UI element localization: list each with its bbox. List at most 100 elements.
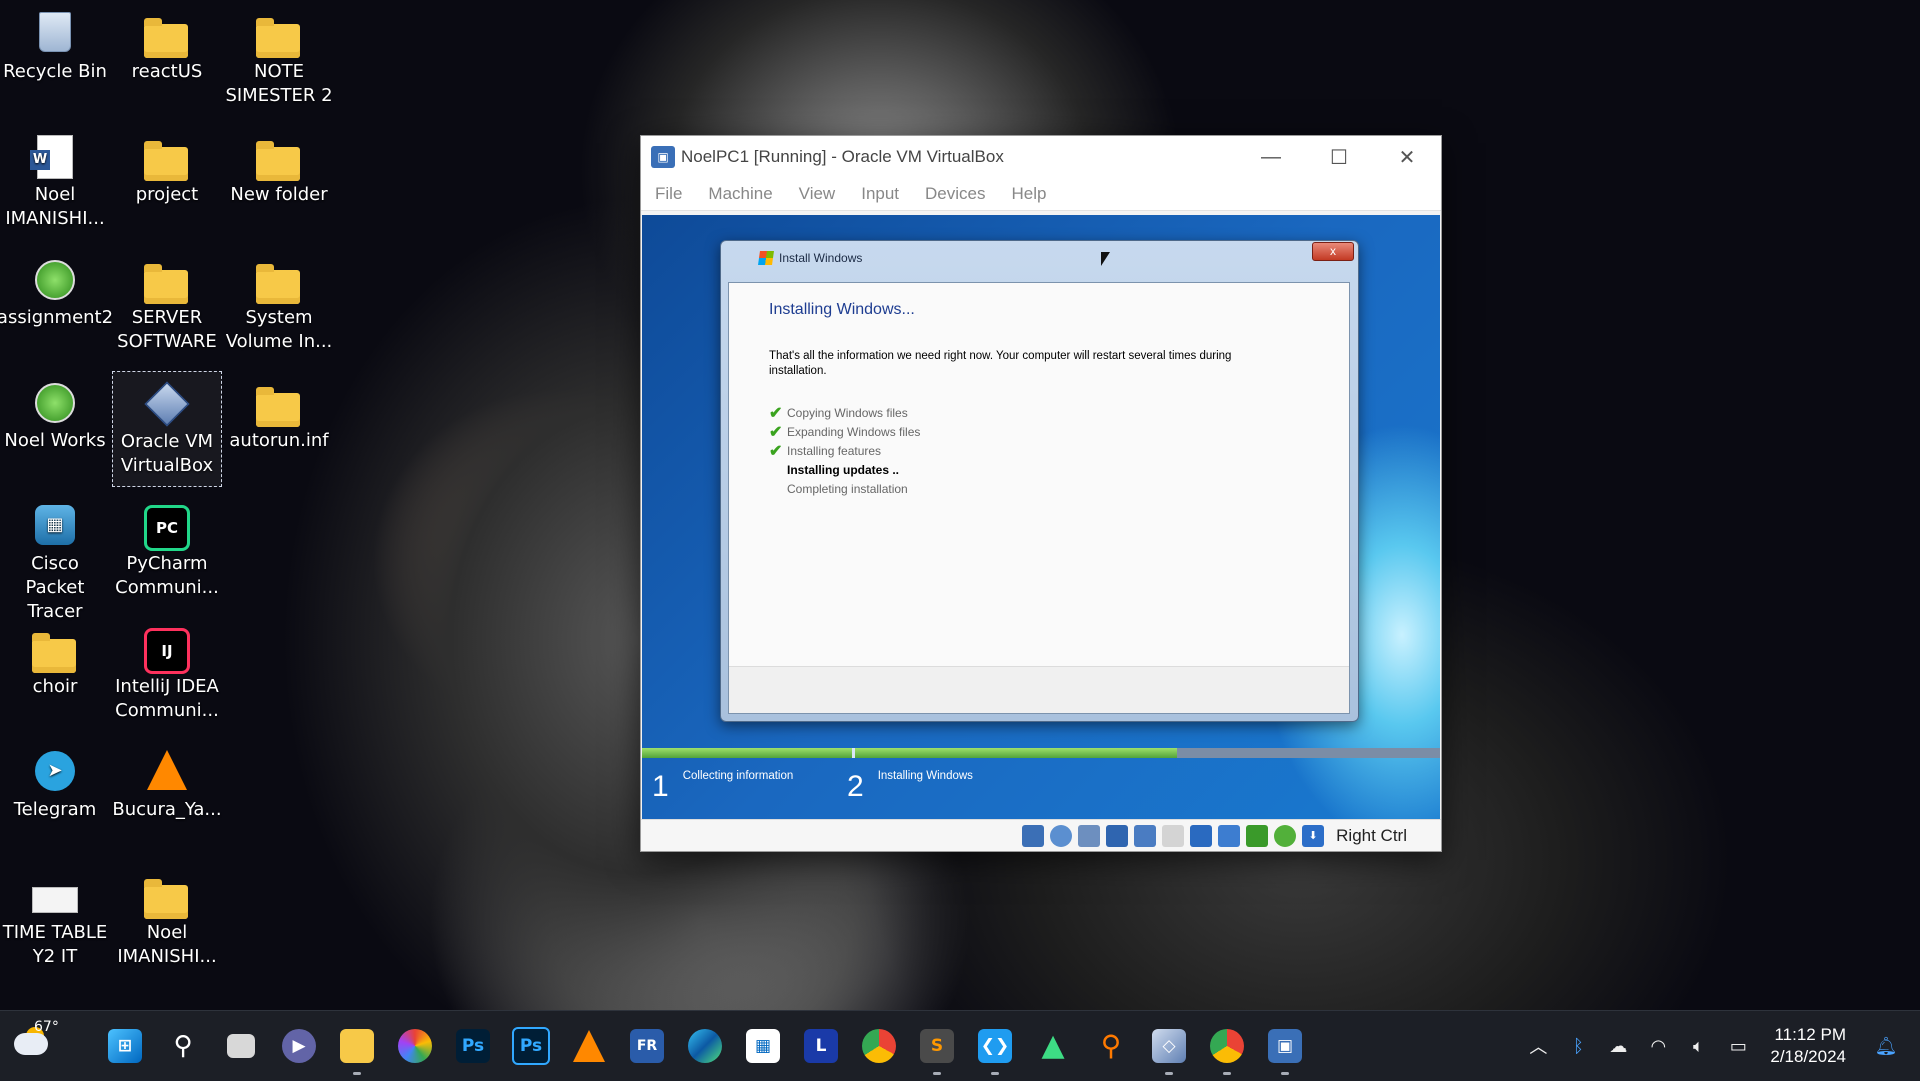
install-step: ✔ Expanding Windows files bbox=[769, 422, 920, 441]
virtualbox-icon bbox=[144, 380, 190, 427]
install-heading: Installing Windows... bbox=[769, 301, 915, 318]
clock[interactable]: 11:12 PM 2/18/2024 bbox=[1770, 1024, 1846, 1068]
desktop-icon-project[interactable]: project bbox=[112, 125, 222, 241]
desktop-icon-cisco-packet-tracer[interactable]: ▦ Cisco Packet Tracer bbox=[0, 494, 110, 622]
recording-icon[interactable] bbox=[1218, 824, 1241, 847]
file-explorer-button[interactable] bbox=[328, 1011, 386, 1081]
desktop-icon-noel-folder[interactable]: Noel IMANISHI... bbox=[112, 863, 222, 979]
desktop-icon-label: reactUS bbox=[131, 61, 203, 82]
menu-view[interactable]: View bbox=[799, 184, 836, 204]
folder-icon bbox=[256, 379, 302, 427]
dialog-titlebar[interactable]: Install Windows bbox=[721, 241, 1358, 275]
start-button[interactable]: ⊞ bbox=[96, 1011, 154, 1081]
phase-label: Installing Windows bbox=[877, 770, 973, 782]
desktop-icon-assignment2[interactable]: assignment2 bbox=[0, 248, 113, 364]
shared-folders-icon[interactable] bbox=[1162, 824, 1185, 847]
folder-icon bbox=[256, 256, 302, 304]
usb-icon[interactable] bbox=[1134, 824, 1157, 847]
desktop-icon-note-simester[interactable]: NOTE SIMESTER 2 bbox=[224, 2, 334, 118]
menu-help[interactable]: Help bbox=[1012, 184, 1047, 204]
display-icon[interactable] bbox=[1190, 824, 1213, 847]
wifi-icon[interactable]: ◠ bbox=[1638, 1036, 1678, 1057]
temperature: 67° bbox=[34, 1019, 59, 1035]
edge-button[interactable] bbox=[676, 1011, 734, 1081]
desktop-icon-time-table[interactable]: TIME TABLE Y2 IT bbox=[0, 863, 110, 979]
vlc-button[interactable] bbox=[560, 1011, 618, 1081]
task-view-button[interactable] bbox=[212, 1011, 270, 1081]
notification-bell-icon[interactable]: 🔔︎ bbox=[1866, 1036, 1906, 1057]
battery-icon[interactable]: ▭ bbox=[1718, 1036, 1758, 1057]
mouse-integration-icon[interactable]: ⬇ bbox=[1302, 824, 1325, 847]
guest-additions-icon[interactable] bbox=[1274, 824, 1297, 847]
menu-machine[interactable]: Machine bbox=[708, 184, 772, 204]
optical-drive-icon[interactable] bbox=[1050, 824, 1073, 847]
minimize-button[interactable]: — bbox=[1237, 136, 1305, 178]
desktop-icon-server-software[interactable]: SERVER SOFTWARE bbox=[112, 248, 222, 364]
vm-display[interactable]: Install Windows x Installing Windows... … bbox=[642, 215, 1440, 820]
audio-icon[interactable] bbox=[1078, 824, 1101, 847]
desktop-icon-noel-works[interactable]: Noel Works bbox=[0, 371, 110, 487]
android-studio-button[interactable]: ▲ bbox=[1024, 1011, 1082, 1081]
close-button[interactable]: ✕ bbox=[1373, 136, 1441, 178]
host-key-label: Right Ctrl bbox=[1336, 825, 1407, 845]
desktop-icon-virtualbox[interactable]: Oracle VM VirtualBox bbox=[112, 371, 222, 487]
desktop-icon-telegram[interactable]: ➤ Telegram bbox=[0, 740, 110, 856]
window-title: NoelPC1 [Running] - Oracle VM VirtualBox bbox=[681, 147, 1004, 166]
sublime-button[interactable]: S bbox=[908, 1011, 966, 1081]
bluetooth-icon[interactable]: ᛒ bbox=[1558, 1036, 1598, 1057]
microsoft-store-icon: ▦ bbox=[746, 1029, 780, 1063]
install-phases: 1 Collecting information 2 Installing Wi… bbox=[642, 758, 1440, 820]
desktop-icon-recycle-bin[interactable]: Recycle Bin bbox=[0, 2, 110, 118]
hard-disk-icon[interactable] bbox=[1022, 824, 1045, 847]
desktop-icon-label: SERVER SOFTWARE bbox=[117, 307, 217, 352]
desktop-icon-bucura[interactable]: Bucura_Ya... bbox=[112, 740, 222, 856]
filezilla-button[interactable]: FR bbox=[618, 1011, 676, 1081]
phase2-progress-fill bbox=[855, 748, 1177, 758]
desktop-icon-intellij[interactable]: IJ IntelliJ IDEA Communi... bbox=[112, 617, 222, 733]
virtualbox-button[interactable]: ◇ bbox=[1140, 1011, 1198, 1081]
chrome-button[interactable] bbox=[850, 1011, 908, 1081]
search-button[interactable]: ⚲ bbox=[154, 1011, 212, 1081]
search-icon: ⚲ bbox=[173, 1031, 193, 1061]
packet-tracer-file-icon bbox=[32, 379, 78, 425]
maximize-button[interactable]: ☐ bbox=[1305, 136, 1373, 178]
desktop-icon-label: IntelliJ IDEA Communi... bbox=[115, 676, 219, 721]
dialog-close-button[interactable]: x bbox=[1312, 242, 1354, 261]
search-tool-button[interactable]: ⚲ bbox=[1082, 1011, 1140, 1081]
weather-widget[interactable]: 67° bbox=[0, 1011, 90, 1081]
cpu-activity-icon[interactable] bbox=[1246, 824, 1269, 847]
volume-icon[interactable]: 🔈︎ bbox=[1678, 1036, 1718, 1057]
vscode-button[interactable]: ❮❯ bbox=[966, 1011, 1024, 1081]
onedrive-icon[interactable]: ☁ bbox=[1598, 1036, 1638, 1057]
network-icon[interactable] bbox=[1106, 824, 1129, 847]
system-tray: ︿ ᛒ ☁ ◠ 🔈︎ ▭ 11:12 PM 2/18/2024 🔔︎ bbox=[1518, 1011, 1920, 1081]
l-app-button[interactable]: L bbox=[792, 1011, 850, 1081]
menu-file[interactable]: File bbox=[655, 184, 682, 204]
desktop-icon-system-volume[interactable]: System Volume In... bbox=[224, 248, 334, 364]
chevron-up-icon[interactable]: ︿ bbox=[1518, 1033, 1558, 1059]
teams-chat-button[interactable]: ▶ bbox=[270, 1011, 328, 1081]
desktop-icon-noel-doc[interactable]: W Noel IMANISHI... bbox=[0, 125, 110, 241]
menu-devices[interactable]: Devices bbox=[925, 184, 985, 204]
menu-input[interactable]: Input bbox=[861, 184, 899, 204]
install-windows-dialog[interactable]: Install Windows x Installing Windows... … bbox=[720, 240, 1359, 722]
microsoft-store-button[interactable]: ▦ bbox=[734, 1011, 792, 1081]
desktop-icon-choir[interactable]: choir bbox=[0, 617, 110, 733]
virtualbox-vm-button[interactable]: ▣ bbox=[1256, 1011, 1314, 1081]
install-step-active: Installing updates .. bbox=[769, 460, 920, 479]
photoshop-button-2[interactable]: Ps bbox=[502, 1011, 560, 1081]
desktop-icon-new-folder[interactable]: New folder bbox=[224, 125, 334, 241]
virtualbox-window[interactable]: ▣ NoelPC1 [Running] - Oracle VM VirtualB… bbox=[640, 135, 1442, 852]
window-titlebar[interactable]: ▣ NoelPC1 [Running] - Oracle VM VirtualB… bbox=[641, 136, 1441, 178]
phase-number: 2 bbox=[847, 770, 864, 803]
desktop-icon-pycharm[interactable]: PC PyCharm Communi... bbox=[112, 494, 222, 610]
chrome-profile-button[interactable] bbox=[1198, 1011, 1256, 1081]
picasa-button[interactable] bbox=[386, 1011, 444, 1081]
desktop-icon-reactus[interactable]: reactUS bbox=[112, 2, 222, 118]
desktop-icon-label: Recycle Bin bbox=[3, 61, 107, 82]
dialog-body: Installing Windows... That's all the inf… bbox=[728, 282, 1350, 714]
photoshop-button[interactable]: Ps bbox=[444, 1011, 502, 1081]
desktop-icon-autorun[interactable]: autorun.inf bbox=[224, 371, 334, 487]
chrome-profile-icon bbox=[1210, 1029, 1244, 1063]
mouse-cursor-icon bbox=[1101, 252, 1110, 266]
